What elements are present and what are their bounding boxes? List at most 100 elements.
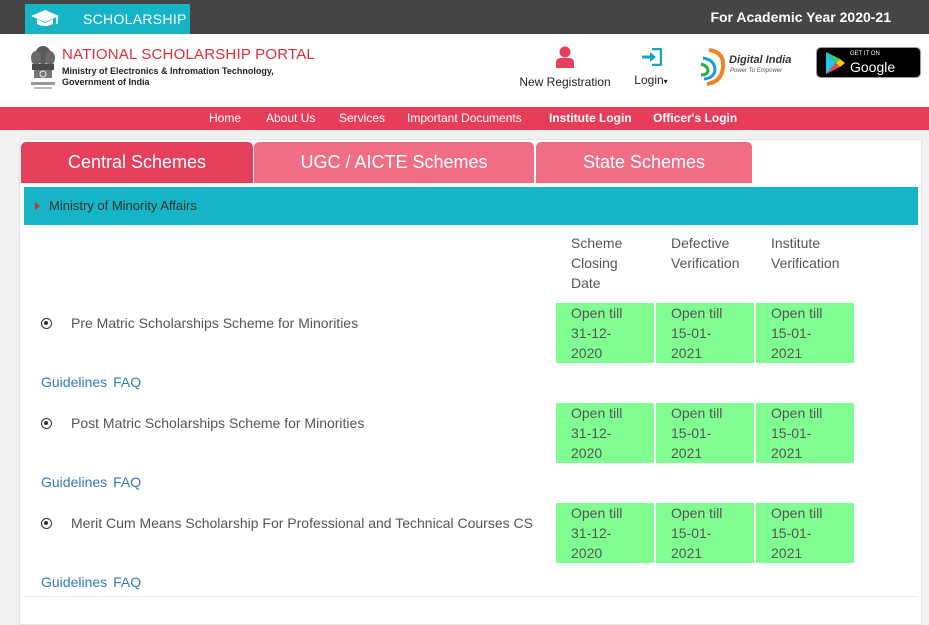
institute-verification-line-3: 2021 bbox=[771, 445, 803, 461]
scholarship-brand[interactable]: SCHOLARSHIP bbox=[25, 4, 190, 34]
faq-link[interactable]: FAQ bbox=[113, 474, 141, 490]
closing-header-line-2: Closing bbox=[571, 255, 618, 271]
site-header: NATIONAL SCHOLARSHIP PORTAL Ministry of … bbox=[0, 34, 929, 107]
ministry-line-2: Government of India bbox=[62, 77, 150, 87]
new-registration-button[interactable]: New Registration bbox=[518, 46, 612, 89]
nav-important-documents[interactable]: Important Documents bbox=[407, 111, 522, 125]
nav-officers-login[interactable]: Officer's Login bbox=[653, 111, 737, 125]
defective-verification-line-1: Open till bbox=[671, 405, 723, 421]
google-play-badge[interactable]: GET IT ON Google Play bbox=[816, 47, 921, 91]
defective-verification-line-1: Open till bbox=[671, 305, 723, 321]
column-header-closing-date: Scheme Closing Date bbox=[571, 233, 622, 293]
institute-verification-line-1: Open till bbox=[771, 305, 823, 321]
graduation-cap-icon bbox=[25, 9, 65, 29]
institute-verification-line-2: 15-01- bbox=[771, 525, 812, 541]
ministry-text: Ministry of Electronics & Infromation Te… bbox=[62, 66, 274, 88]
closing-date-cell: Open till 31-12- 2020 bbox=[556, 303, 654, 363]
portal-name[interactable]: NATIONAL SCHOLARSHIP PORTAL bbox=[62, 46, 315, 63]
defective-header-line-2: Verification bbox=[671, 255, 740, 271]
google-play-top: GET IT ON bbox=[850, 51, 880, 57]
faq-link[interactable]: FAQ bbox=[113, 374, 141, 390]
faq-link[interactable]: FAQ bbox=[113, 574, 141, 590]
nav-home[interactable]: Home bbox=[209, 111, 241, 125]
closing-date-line-3: 2020 bbox=[571, 445, 603, 461]
defective-verification-line-2: 15-01- bbox=[671, 425, 712, 441]
institute-verification-line-3: 2021 bbox=[771, 345, 803, 361]
defective-verification-cell: Open till 15-01- 2021 bbox=[656, 503, 754, 563]
closing-date-line-2: 31-12- bbox=[571, 325, 612, 341]
login-icon bbox=[630, 47, 672, 69]
national-emblem-logo[interactable] bbox=[26, 42, 60, 94]
scheme-name: Post Matric Scholarships Scheme for Mino… bbox=[71, 415, 365, 431]
institute-header-line-2: Verification bbox=[771, 255, 840, 271]
closing-date-line-2: 31-12- bbox=[571, 525, 612, 541]
defective-verification-cell: Open till 15-01- 2021 bbox=[656, 403, 754, 463]
defective-verification-line-3: 2021 bbox=[671, 345, 703, 361]
new-registration-label: New Registration bbox=[519, 75, 611, 89]
login-label: Login bbox=[634, 73, 664, 87]
digital-india-tagline: Power To Empower bbox=[730, 68, 783, 74]
closing-date-line-3: 2020 bbox=[571, 345, 603, 361]
defective-verification-line-2: 15-01- bbox=[671, 325, 712, 341]
institute-verification-cell: Open till 15-01- 2021 bbox=[756, 503, 854, 563]
google-play-icon bbox=[826, 52, 845, 74]
caret-down-icon: ▾ bbox=[663, 77, 668, 86]
closing-header-line-1: Scheme bbox=[571, 235, 623, 251]
institute-verification-line-1: Open till bbox=[771, 505, 823, 521]
scheme-links: Guidelines FAQ bbox=[41, 574, 147, 590]
closing-date-line-1: Open till bbox=[571, 505, 623, 521]
closing-date-cell: Open till 31-12- 2020 bbox=[556, 503, 654, 563]
ministry-title: Ministry of Minority Affairs bbox=[49, 198, 197, 213]
closing-header-line-3: Date bbox=[571, 275, 601, 291]
scheme-radio[interactable] bbox=[41, 418, 52, 429]
defective-header-line-1: Defective bbox=[671, 235, 730, 251]
defective-verification-line-2: 15-01- bbox=[671, 525, 712, 541]
institute-verification-line-1: Open till bbox=[771, 405, 823, 421]
defective-verification-line-3: 2021 bbox=[671, 445, 703, 461]
scheme-row: Merit Cum Means Scholarship For Professi… bbox=[24, 503, 918, 613]
defective-verification-line-1: Open till bbox=[671, 505, 723, 521]
column-header-institute-verification: Institute Verification bbox=[771, 233, 839, 273]
closing-date-cell: Open till 31-12- 2020 bbox=[556, 403, 654, 463]
nav-services[interactable]: Services bbox=[339, 111, 385, 125]
brand-label: SCHOLARSHIP bbox=[83, 11, 187, 27]
scheme-row: Pre Matric Scholarships Scheme for Minor… bbox=[24, 303, 918, 413]
tab-ugc-aicte-schemes[interactable]: UGC / AICTE Schemes bbox=[254, 142, 534, 183]
defective-verification-line-3: 2021 bbox=[671, 545, 703, 561]
nav-institute-login[interactable]: Institute Login bbox=[549, 111, 632, 125]
institute-verification-line-2: 15-01- bbox=[771, 425, 812, 441]
tab-central-schemes[interactable]: Central Schemes bbox=[21, 142, 253, 183]
divider bbox=[24, 596, 918, 597]
caret-right-icon bbox=[35, 202, 40, 210]
closing-date-line-3: 2020 bbox=[571, 545, 603, 561]
nav-about-us[interactable]: About Us bbox=[266, 111, 315, 125]
ministry-accordion-header[interactable]: Ministry of Minority Affairs bbox=[24, 187, 918, 225]
digital-india-logo[interactable]: Digital India Power To Empower bbox=[695, 46, 793, 88]
google-play-name: Google Play bbox=[850, 59, 896, 91]
closing-date-line-1: Open till bbox=[571, 405, 623, 421]
scheme-links: Guidelines FAQ bbox=[41, 374, 147, 390]
scheme-row: Post Matric Scholarships Scheme for Mino… bbox=[24, 403, 918, 513]
login-dropdown[interactable]: Login▾ bbox=[630, 47, 672, 87]
scheme-name: Pre Matric Scholarships Scheme for Minor… bbox=[71, 315, 359, 331]
guidelines-link[interactable]: Guidelines bbox=[41, 374, 107, 390]
tab-state-schemes[interactable]: State Schemes bbox=[536, 142, 752, 183]
institute-header-line-1: Institute bbox=[771, 235, 821, 251]
institute-verification-line-2: 15-01- bbox=[771, 325, 812, 341]
column-header-defective-verification: Defective Verification bbox=[671, 233, 739, 273]
guidelines-link[interactable]: Guidelines bbox=[41, 574, 107, 590]
closing-date-line-1: Open till bbox=[571, 305, 623, 321]
guidelines-link[interactable]: Guidelines bbox=[41, 474, 107, 490]
top-bar: SCHOLARSHIP For Academic Year 2020-21 bbox=[0, 0, 929, 34]
academic-year: For Academic Year 2020-21 bbox=[710, 9, 891, 25]
institute-verification-cell: Open till 15-01- 2021 bbox=[756, 403, 854, 463]
scheme-links: Guidelines FAQ bbox=[41, 474, 147, 490]
closing-date-line-2: 31-12- bbox=[571, 425, 612, 441]
institute-verification-line-3: 2021 bbox=[771, 545, 803, 561]
ministry-line-1: Ministry of Electronics & Infromation Te… bbox=[62, 66, 274, 76]
scheme-radio[interactable] bbox=[41, 518, 52, 529]
user-icon bbox=[518, 46, 612, 71]
scheme-radio[interactable] bbox=[41, 318, 52, 329]
defective-verification-cell: Open till 15-01- 2021 bbox=[656, 303, 754, 363]
digital-india-title: Digital India bbox=[729, 54, 792, 66]
